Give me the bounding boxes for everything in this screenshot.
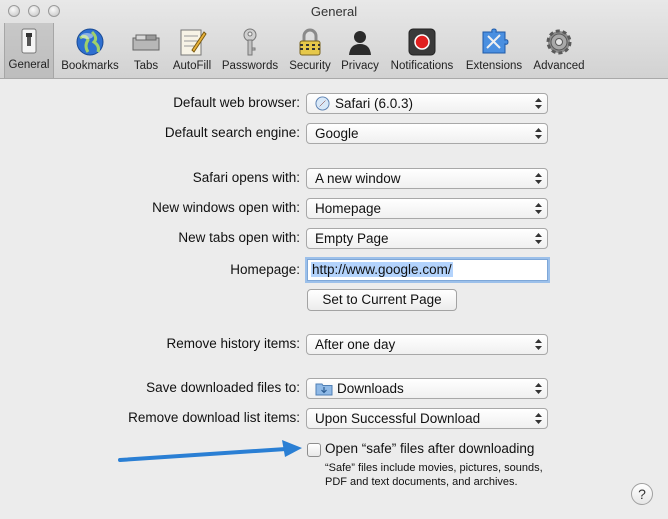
toolbar-tabs[interactable]: Tabs (124, 24, 168, 76)
homepage-value: http://www.google.com/ (311, 262, 453, 277)
popup-arrows-icon (535, 339, 542, 350)
toolbar-advanced[interactable]: Advanced (528, 24, 590, 76)
toolbar-tabs-label: Tabs (133, 60, 159, 72)
save-downloads-label: Save downloaded files to: (146, 380, 300, 395)
remove-history-value: After one day (315, 337, 396, 352)
gear-icon (546, 29, 572, 55)
toolbar-notifications[interactable]: Notifications (384, 24, 460, 76)
record-button-icon (408, 28, 436, 56)
new-tabs-value: Empty Page (315, 231, 389, 246)
toolbar-security[interactable]: Security (284, 24, 336, 76)
opens-with-label: Safari opens with: (192, 170, 300, 185)
annotation-arrow-icon (118, 440, 302, 462)
toolbar-general[interactable]: General (4, 23, 54, 78)
help-button[interactable]: ? (631, 483, 653, 505)
popup-arrows-icon (535, 233, 542, 244)
tabs-icon (132, 34, 160, 51)
toolbar-autofill[interactable]: AutoFill (168, 24, 216, 76)
globe-icon (76, 28, 104, 56)
toolbar-autofill-label: AutoFill (172, 60, 212, 72)
new-windows-value: Homepage (315, 201, 382, 216)
popup-arrows-icon (535, 173, 542, 184)
toolbar-extensions-label: Extensions (465, 60, 523, 72)
toolbar-passwords-label: Passwords (221, 60, 279, 72)
safe-files-note-line1: “Safe” files include movies, pictures, s… (325, 462, 543, 474)
window-title: General (310, 4, 358, 19)
search-engine-popup[interactable]: Google (306, 123, 548, 144)
toolbar-notifications-label: Notifications (390, 60, 454, 72)
preferences-window: General General Bookmarks Tabs AutoFill … (0, 0, 668, 519)
toolbar-privacy[interactable]: Privacy (338, 24, 382, 76)
save-downloads-value: Downloads (337, 381, 404, 396)
toolbar-advanced-label: Advanced (533, 60, 585, 72)
toolbar-passwords[interactable]: Passwords (218, 24, 282, 76)
default-browser-value: Safari (6.0.3) (335, 96, 414, 111)
opens-with-popup[interactable]: A new window (306, 168, 548, 189)
default-browser-popup[interactable]: Safari (6.0.3) (306, 93, 548, 114)
remove-history-label: Remove history items: (166, 336, 300, 351)
remove-downloads-value: Upon Successful Download (315, 411, 481, 426)
default-browser-label: Default web browser: (173, 95, 300, 110)
toolbar-extensions[interactable]: Extensions (462, 24, 526, 76)
popup-arrows-icon (535, 383, 542, 394)
safe-files-note-line2: PDF and text documents, and archives. (325, 476, 518, 488)
puzzle-tools-icon (482, 28, 509, 54)
toolbar-general-label: General (8, 59, 50, 71)
remove-downloads-popup[interactable]: Upon Successful Download (306, 408, 548, 429)
opens-with-value: A new window (315, 171, 401, 186)
popup-arrows-icon (535, 203, 542, 214)
remove-history-popup[interactable]: After one day (306, 334, 548, 355)
save-downloads-popup[interactable]: Downloads (306, 378, 548, 399)
toolbar: General General Bookmarks Tabs AutoFill … (0, 0, 668, 79)
toolbar-bookmarks-label: Bookmarks (61, 60, 119, 72)
remove-downloads-label: Remove download list items: (128, 410, 300, 425)
search-engine-label: Default search engine: (164, 125, 300, 140)
toolbar-bookmarks[interactable]: Bookmarks (58, 24, 122, 76)
general-pane: Default web browser: Safari (6.0.3) Defa… (0, 79, 668, 519)
new-tabs-popup[interactable]: Empty Page (306, 228, 548, 249)
popup-arrows-icon (535, 98, 542, 109)
toolbar-privacy-label: Privacy (341, 60, 379, 72)
open-safe-files-checkbox[interactable] (307, 443, 321, 457)
search-engine-value: Google (315, 126, 359, 141)
popup-arrows-icon (535, 128, 542, 139)
silhouette-icon (349, 31, 371, 55)
new-tabs-label: New tabs open with: (178, 230, 300, 245)
safari-compass-icon (315, 96, 330, 111)
folder-icon (315, 383, 333, 395)
set-to-current-page-button[interactable]: Set to Current Page (307, 289, 457, 311)
pencil-form-icon (180, 29, 207, 56)
homepage-label: Homepage: (230, 262, 300, 277)
padlock-icon (299, 28, 321, 56)
general-switch-icon (21, 28, 37, 54)
new-windows-label: New windows open with: (152, 200, 300, 215)
new-windows-popup[interactable]: Homepage (306, 198, 548, 219)
toolbar-security-label: Security (289, 60, 331, 72)
key-icon (243, 28, 257, 56)
homepage-field[interactable]: http://www.google.com/ (307, 259, 548, 281)
popup-arrows-icon (535, 413, 542, 424)
open-safe-files-label[interactable]: Open “safe” files after downloading (325, 441, 534, 456)
